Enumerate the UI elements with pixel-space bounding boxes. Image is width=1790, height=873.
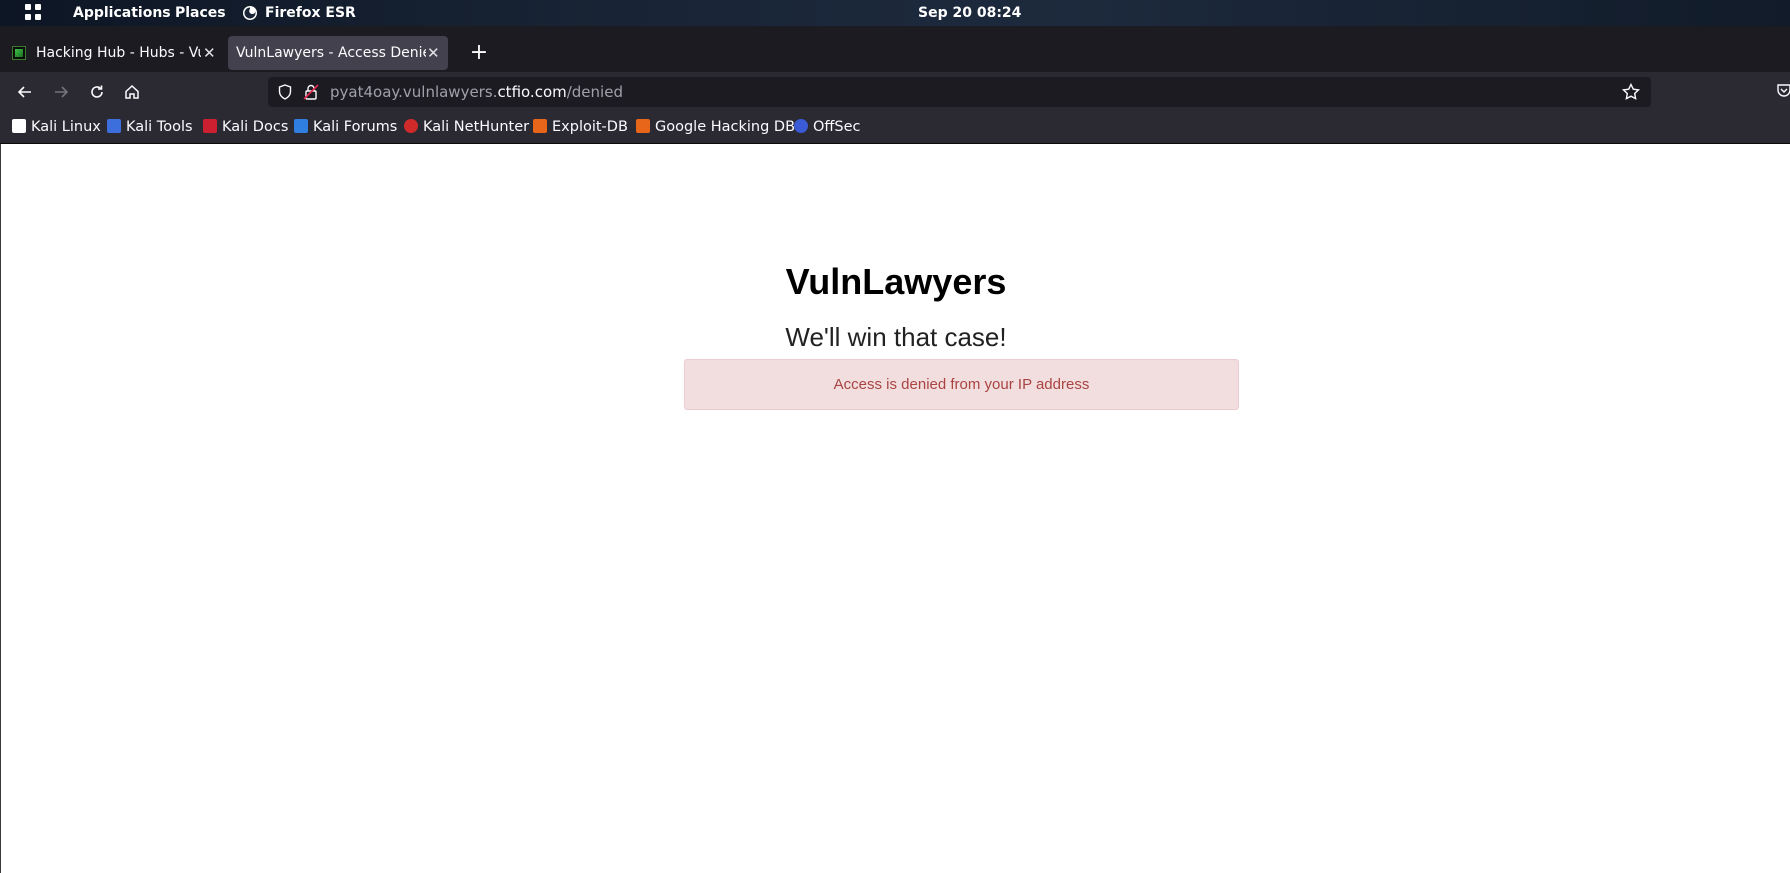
hackinghub-icon	[12, 46, 26, 60]
url-bar[interactable]: pyat4oay.vulnlawyers.ctfio.com/denied	[268, 77, 1651, 107]
bookmark-exploit-db[interactable]: Exploit-DB	[533, 112, 628, 143]
insecure-lock-icon[interactable]	[302, 83, 320, 101]
bookmark-label: OffSec	[813, 119, 861, 135]
kali-forums-icon	[294, 119, 308, 133]
clock[interactable]: Sep 20 08:24	[918, 0, 1021, 26]
desktop-top-bar: Applications Places Firefox ESR Sep 20 0…	[0, 0, 1790, 26]
close-icon[interactable]: ✕	[203, 36, 216, 70]
new-tab-button[interactable]: +	[462, 36, 496, 70]
bookmark-kali-linux[interactable]: Kali Linux	[12, 112, 101, 143]
bookmark-kali-forums[interactable]: Kali Forums	[294, 112, 397, 143]
bookmark-kali-nethunter[interactable]: Kali NetHunter	[404, 112, 529, 143]
nethunter-icon	[404, 119, 418, 133]
forward-arrow-icon	[55, 86, 69, 98]
back-button[interactable]	[9, 76, 41, 108]
active-app-label[interactable]: Firefox ESR	[265, 0, 356, 26]
ghdb-icon	[636, 119, 650, 133]
bookmark-label: Kali Docs	[222, 119, 289, 135]
bookmarks-toolbar: Kali Linux Kali Tools Kali Docs Kali For…	[0, 112, 1790, 144]
bookmark-kali-tools[interactable]: Kali Tools	[107, 112, 193, 143]
url-prefix: pyat4oay.vulnlawyers.	[330, 83, 498, 101]
offsec-icon	[794, 119, 808, 133]
tab-vulnlawyers[interactable]: VulnLawyers - Access Denied ✕	[228, 36, 448, 70]
tab-title: Hacking Hub - Hubs - Vuln	[36, 45, 201, 61]
bookmark-label: Exploit-DB	[552, 119, 628, 135]
home-button[interactable]	[116, 76, 148, 108]
firefox-icon	[243, 6, 257, 20]
bookmark-label: Kali Tools	[126, 119, 193, 135]
app-grid-icon[interactable]	[25, 4, 43, 22]
applications-menu[interactable]: Applications	[73, 0, 171, 26]
url-host: ctfio.com	[497, 83, 567, 101]
close-icon[interactable]: ✕	[427, 36, 440, 70]
bookmark-offsec[interactable]: OffSec	[794, 112, 861, 143]
kali-docs-icon	[203, 119, 217, 133]
url-path: /denied	[566, 83, 623, 101]
bookmark-label: Kali NetHunter	[423, 119, 530, 135]
tracking-shield-icon[interactable]	[276, 83, 294, 101]
bookmark-label: Kali Forums	[313, 119, 398, 135]
access-denied-alert: Access is denied from your IP address	[684, 359, 1239, 410]
tab-strip: Hacking Hub - Hubs - Vuln ✕ VulnLawyers …	[0, 26, 1790, 72]
bookmark-google-hacking-db[interactable]: Google Hacking DB	[636, 112, 795, 143]
url-text[interactable]: pyat4oay.vulnlawyers.ctfio.com/denied	[330, 77, 623, 107]
bookmark-kali-docs[interactable]: Kali Docs	[203, 112, 288, 143]
forward-button[interactable]	[45, 76, 77, 108]
site-title: VulnLawyers	[785, 261, 1007, 302]
bookmark-label: Google Hacking DB	[655, 119, 796, 135]
bookmark-label: Kali Linux	[31, 119, 101, 135]
home-icon	[125, 84, 139, 99]
bookmark-star-icon[interactable]	[1621, 82, 1641, 102]
tab-title: VulnLawyers - Access Denied	[236, 45, 426, 61]
reload-button[interactable]	[81, 76, 113, 108]
pocket-icon[interactable]	[1776, 82, 1790, 98]
navigation-bar: pyat4oay.vulnlawyers.ctfio.com/denied	[0, 72, 1790, 112]
reload-icon	[91, 85, 103, 98]
exploit-db-icon	[533, 119, 547, 133]
page-content: VulnLawyers We'll win that case! Access …	[0, 144, 1790, 873]
kali-tools-icon	[107, 119, 121, 133]
kali-dragon-icon	[12, 119, 26, 133]
back-arrow-icon	[17, 86, 31, 98]
site-subtitle: We'll win that case!	[785, 322, 1007, 352]
places-menu[interactable]: Places	[175, 0, 226, 26]
tab-hacking-hub[interactable]: Hacking Hub - Hubs - Vuln ✕	[4, 36, 222, 70]
